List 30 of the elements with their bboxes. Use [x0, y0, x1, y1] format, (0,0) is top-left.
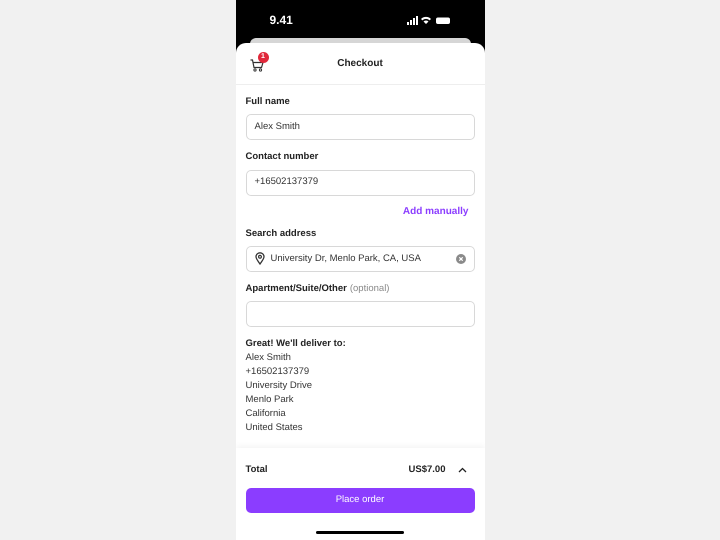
- field-value: University Dr, Menlo Park, CA, USA: [270, 252, 422, 266]
- address-line: California: [246, 407, 287, 421]
- input-field[interactable]: +16502137379: [246, 170, 474, 196]
- address-line: +16502137379: [246, 365, 310, 379]
- address-line: Menlo Park: [246, 393, 295, 407]
- add-manually-link[interactable]: Add manually: [402, 204, 468, 218]
- chevron-icon[interactable]: [458, 467, 466, 473]
- clear-icon[interactable]: [456, 254, 466, 264]
- address-field[interactable]: University Dr, Menlo Park, CA, USA: [246, 246, 474, 272]
- place-order-button[interactable]: Place order: [246, 488, 474, 513]
- address-line: United States: [246, 421, 304, 435]
- total-amount: US$7.00: [408, 462, 446, 477]
- delivery-heading: Great! We'll deliver to:: [246, 337, 347, 351]
- input-field[interactable]: Alex Smith: [246, 114, 474, 140]
- total-label: Total: [246, 462, 268, 477]
- input-field[interactable]: [246, 301, 474, 327]
- address-line: Alex Smith: [246, 351, 292, 365]
- field-value: +16502137379: [254, 175, 320, 190]
- optional-hint: (optional): [350, 282, 390, 296]
- location-pin-icon: [254, 252, 264, 266]
- field-label: Search address: [246, 226, 316, 240]
- field-label: Full name: [246, 95, 290, 109]
- field-label: Apartment/Suite/Other: [246, 282, 347, 296]
- field-label: Contact number: [246, 150, 318, 164]
- cart-icon[interactable]: [250, 58, 264, 72]
- status-icons: [406, 16, 450, 24]
- address-line: University Drive: [246, 379, 314, 393]
- field-value: Alex Smith: [254, 120, 301, 134]
- page-title: Checkout: [337, 57, 383, 71]
- status-time: 9.41: [270, 12, 293, 29]
